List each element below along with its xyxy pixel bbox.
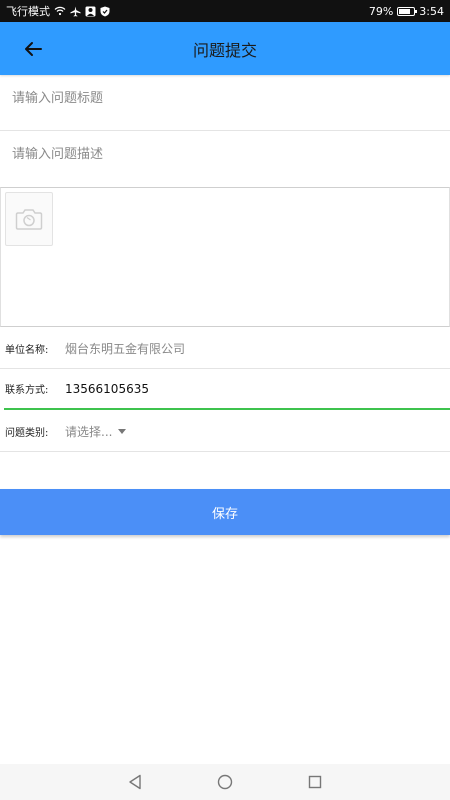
- system-nav-bar: [0, 764, 450, 800]
- description-field: [0, 131, 450, 187]
- page-title: 问题提交: [192, 40, 257, 60]
- dropdown-caret-icon: [118, 428, 127, 434]
- clock: 3:54: [419, 4, 444, 18]
- battery-icon: [397, 6, 418, 16]
- title-field: [0, 75, 450, 131]
- problem-title-input[interactable]: [0, 75, 450, 121]
- company-value: 烟台东明五金有限公司: [65, 341, 186, 356]
- category-select-value: 请选择...: [65, 424, 113, 439]
- status-bar: 飞行模式 79% 3:54: [0, 0, 450, 22]
- profile-icon: [85, 6, 96, 17]
- category-label: 问题类别:: [5, 427, 49, 439]
- category-select[interactable]: 请选择...: [65, 423, 127, 440]
- app-bar: 问题提交: [0, 22, 450, 75]
- contact-row: 联系方式:: [4, 369, 450, 410]
- wifi-icon: [54, 6, 66, 16]
- nav-back-button[interactable]: [125, 772, 145, 792]
- back-arrow-icon: [25, 42, 42, 56]
- back-button[interactable]: [18, 34, 48, 64]
- back-triangle-icon: [129, 774, 141, 790]
- airplane-mode-text: 飞行模式: [6, 5, 50, 18]
- problem-description-input[interactable]: [0, 131, 450, 177]
- category-row: 问题类别: 请选择...: [0, 411, 450, 452]
- status-left: 飞行模式: [6, 3, 110, 19]
- nav-home-button[interactable]: [215, 772, 235, 792]
- camera-icon: [15, 209, 43, 230]
- home-circle-icon: [217, 774, 233, 790]
- nav-recents-button[interactable]: [305, 772, 325, 792]
- status-right: 79% 3:54: [369, 5, 444, 18]
- airplane-icon: [70, 5, 81, 17]
- contact-input[interactable]: [65, 369, 450, 408]
- battery-percent: 79%: [368, 4, 394, 18]
- contact-label: 联系方式:: [5, 385, 49, 396]
- add-photo-button[interactable]: [5, 192, 53, 246]
- save-button[interactable]: 保存: [0, 489, 450, 535]
- shield-icon: [100, 6, 110, 17]
- company-row: 单位名称: 烟台东明五金有限公司: [0, 328, 450, 369]
- company-label: 单位名称:: [5, 344, 49, 356]
- recents-square-icon: [308, 775, 322, 789]
- photo-area: [0, 187, 450, 327]
